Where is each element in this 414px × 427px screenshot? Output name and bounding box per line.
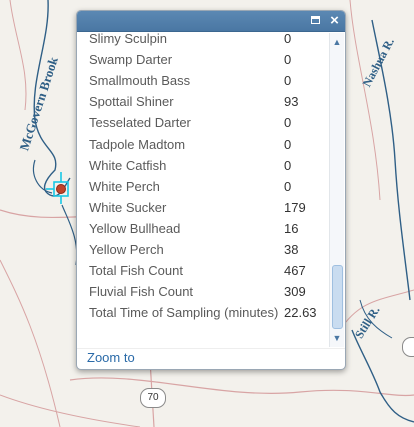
attribute-name: Tadpole Madtom bbox=[89, 136, 186, 152]
scrollbar-thumb[interactable] bbox=[332, 265, 343, 329]
attribute-value: 467 bbox=[284, 263, 306, 279]
popup-titlebar: × bbox=[77, 11, 345, 32]
attribute-value: 0 bbox=[284, 73, 292, 89]
attribute-value: 179 bbox=[284, 199, 306, 215]
attribute-name: Smallmouth Bass bbox=[89, 73, 191, 89]
route-shield-edge bbox=[402, 337, 414, 357]
chevron-up-icon[interactable]: ▲ bbox=[331, 36, 343, 48]
attribute-value: 22.63 bbox=[284, 305, 317, 321]
attribute-value: 0 bbox=[284, 32, 292, 46]
attribute-value: 0 bbox=[284, 157, 292, 173]
attribute-value: 0 bbox=[284, 136, 292, 152]
attribute-name: Swamp Darter bbox=[89, 52, 173, 68]
maximize-icon[interactable] bbox=[310, 14, 323, 27]
attribute-name: White Catfish bbox=[89, 157, 167, 173]
attribute-name: Total Fish Count bbox=[89, 263, 183, 279]
attribute-value: 16 bbox=[284, 220, 299, 236]
zoom-to-link[interactable]: Zoom to bbox=[87, 350, 135, 365]
attribute-value: 0 bbox=[284, 178, 292, 194]
popup-content: Slimy Sculpin 0 Swamp Darter 0 Smallmouth Ba… bbox=[77, 32, 345, 350]
popup-scrollbar[interactable]: ▲ ▼ bbox=[329, 33, 344, 347]
feature-popup: × Slimy Sculpin 0 Swamp Darter 0 Smallmouth … bbox=[76, 10, 346, 370]
attribute-name: Slimy Sculpin bbox=[89, 32, 168, 46]
attribute-name: Yellow Perch bbox=[89, 242, 164, 257]
chevron-down-icon[interactable]: ▼ bbox=[331, 332, 343, 344]
attribute-value: 93 bbox=[284, 94, 299, 110]
attribute-name: White Sucker bbox=[89, 199, 167, 215]
attribute-name: Spottail Shiner bbox=[89, 94, 174, 110]
attribute-value: 309 bbox=[284, 284, 306, 300]
route-70-shield: 70 bbox=[140, 388, 166, 408]
attribute-value: 38 bbox=[284, 242, 299, 257]
attribute-name: Fluvial Fish Count bbox=[89, 284, 194, 300]
attribute-name: Total Time of Sampling (minutes) bbox=[89, 305, 279, 321]
attribute-name: Yellow Bullhead bbox=[89, 220, 181, 236]
attribute-name: Tesselated Darter bbox=[89, 115, 191, 131]
attribute-value: 0 bbox=[284, 52, 292, 68]
attribute-name: White Perch bbox=[89, 178, 160, 194]
close-icon[interactable]: × bbox=[328, 13, 341, 28]
attribute-value: 0 bbox=[284, 115, 292, 131]
